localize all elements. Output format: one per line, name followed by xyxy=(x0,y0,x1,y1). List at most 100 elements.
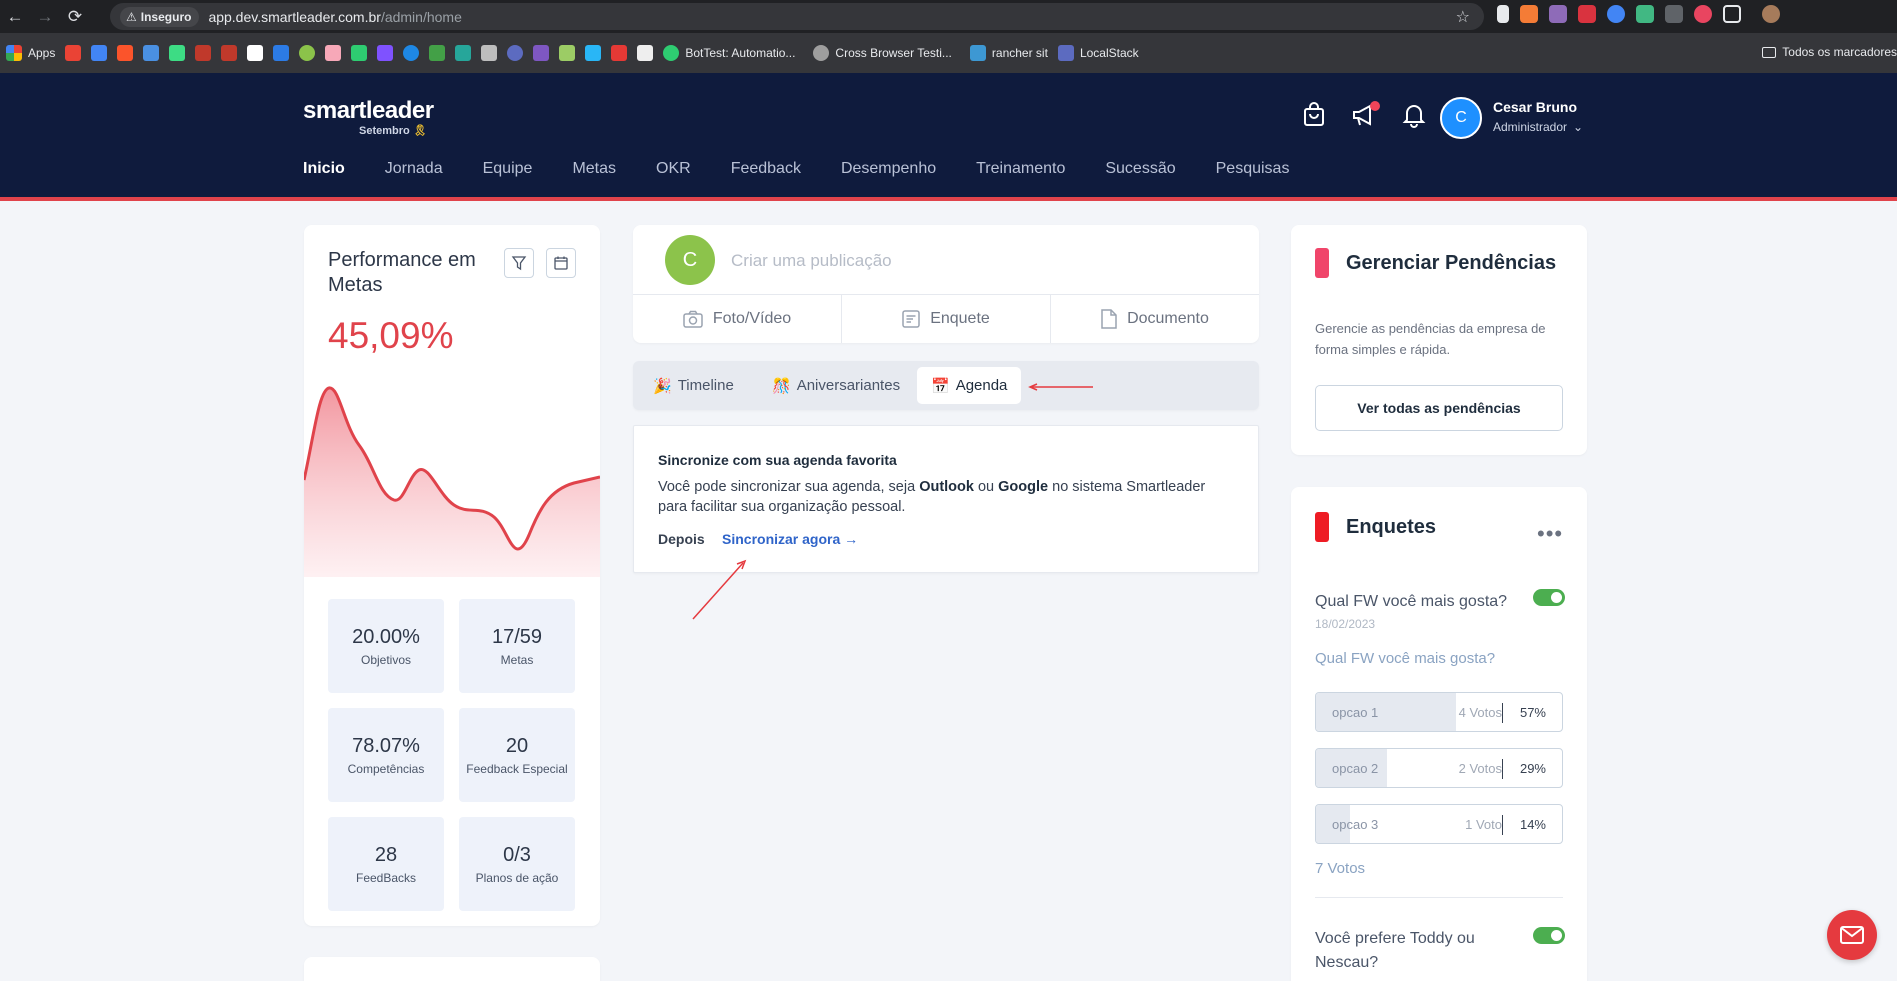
pendencias-card: Gerenciar Pendências Gerencie as pendênc… xyxy=(1291,225,1587,455)
brave-icon[interactable] xyxy=(117,45,134,61)
view-all-pendencias-button[interactable]: Ver todas as pendências xyxy=(1315,385,1563,431)
bookmark-icon[interactable] xyxy=(481,45,498,61)
extension-icon[interactable] xyxy=(1520,5,1538,23)
nav-inicio[interactable]: Inicio xyxy=(303,160,345,178)
poll-button[interactable]: Enquete xyxy=(842,295,1051,343)
kotlin-icon[interactable] xyxy=(377,45,394,61)
poll-subtitle: Qual FW você mais gosta? xyxy=(1315,650,1496,667)
megaphone-icon[interactable] xyxy=(1350,101,1380,129)
extension-icon[interactable] xyxy=(1665,5,1683,23)
nav-treinamento[interactable]: Treinamento xyxy=(976,160,1065,178)
stat-feedback-especial[interactable]: 20 Feedback Especial xyxy=(459,708,575,802)
bookmark-icon[interactable] xyxy=(273,45,290,61)
bookmarks-bar: Apps BotTest: Automatio... Cross Browser… xyxy=(0,33,1897,73)
tab-timeline[interactable]: 🎉 Timeline xyxy=(639,367,748,404)
poll-option[interactable]: opcao 2 2 Votos 29% xyxy=(1315,748,1563,788)
forward-icon[interactable]: → xyxy=(30,2,60,32)
bookmark-icon[interactable] xyxy=(585,45,602,61)
nav-jornada[interactable]: Jornada xyxy=(385,160,443,178)
contact-fab[interactable] xyxy=(1827,910,1877,960)
performance-sparkline xyxy=(304,386,600,577)
bookmark-icon[interactable] xyxy=(195,45,212,61)
bell-icon[interactable] xyxy=(1400,101,1428,129)
poll-toggle[interactable] xyxy=(1533,589,1565,606)
extension-icon[interactable] xyxy=(1549,5,1567,23)
stat-planos-de-acao[interactable]: 0/3 Planos de ação xyxy=(459,817,575,911)
nav-equipe[interactable]: Equipe xyxy=(483,160,533,178)
filter-button[interactable] xyxy=(504,248,534,278)
stack-icon[interactable] xyxy=(247,45,264,61)
user-avatar[interactable]: C xyxy=(1440,97,1482,139)
user-menu[interactable]: Administrador ⌄ xyxy=(1493,120,1583,134)
bookmark-icon[interactable] xyxy=(299,45,316,61)
smartleader-logo[interactable]: smartleader Setembro 🎗 xyxy=(303,97,434,137)
create-post-input[interactable]: Criar uma publicação xyxy=(731,251,892,271)
stat-competencias[interactable]: 78.07% Competências xyxy=(328,708,444,802)
calendar-button[interactable] xyxy=(546,248,576,278)
nav-desempenho[interactable]: Desempenho xyxy=(841,160,936,178)
back-icon[interactable]: ← xyxy=(0,2,30,32)
profile-avatar-icon[interactable] xyxy=(1762,5,1780,23)
nyt-icon[interactable] xyxy=(637,45,654,61)
filter-icon xyxy=(511,256,527,271)
gmail-icon[interactable] xyxy=(65,45,82,61)
bookmark-icon[interactable] xyxy=(221,45,238,61)
photo-video-button[interactable]: Foto/Vídeo xyxy=(633,295,842,343)
address-bar[interactable]: ⚠ Inseguro app.dev.smartleader.com.br/ad… xyxy=(110,3,1484,30)
tab-aniversariantes[interactable]: 🎊 Aniversariantes xyxy=(758,367,914,404)
extension-icon[interactable] xyxy=(1607,5,1625,23)
bookmark-icon[interactable] xyxy=(611,45,628,61)
enquetes-accent xyxy=(1315,512,1329,542)
calendar-icon[interactable] xyxy=(91,45,108,61)
bookmark-icon[interactable] xyxy=(403,45,420,61)
bookmark-bottest[interactable]: BotTest: Automatio... xyxy=(663,45,795,61)
poll-toggle[interactable] xyxy=(1533,927,1565,944)
bookmark-icon[interactable] xyxy=(325,45,342,61)
nav-okr[interactable]: OKR xyxy=(656,160,691,178)
bookmark-icon[interactable] xyxy=(507,45,524,61)
party-popper-icon: 🎉 xyxy=(653,377,672,395)
all-bookmarks-folder[interactable]: Todos os marcadores xyxy=(1762,45,1897,59)
poll-option[interactable]: opcao 1 4 Votos 57% xyxy=(1315,692,1563,732)
extension-icon[interactable] xyxy=(1497,5,1509,23)
shopping-bag-icon[interactable] xyxy=(1300,101,1328,129)
document-icon xyxy=(1101,309,1117,329)
bookmark-icon[interactable] xyxy=(143,45,160,61)
bookmark-icon[interactable] xyxy=(455,45,472,61)
bookmark-icon[interactable] xyxy=(429,45,446,61)
insecure-badge[interactable]: ⚠ Inseguro xyxy=(120,6,200,27)
stat-metas[interactable]: 17/59 Metas xyxy=(459,599,575,693)
bookmark-rancher[interactable]: rancher sit xyxy=(969,45,1048,61)
app-header: smartleader Setembro 🎗 C Cesar Bruno Adm… xyxy=(0,73,1897,201)
later-button[interactable]: Depois xyxy=(658,531,705,547)
puzzle-icon[interactable] xyxy=(1723,5,1741,23)
bookmark-crossbrowser[interactable]: Cross Browser Testi... xyxy=(813,45,952,61)
bookmark-star-icon[interactable]: ☆ xyxy=(1456,7,1470,27)
tab-agenda[interactable]: 📅 Agenda xyxy=(917,367,1022,404)
stat-feedbacks[interactable]: 28 FeedBacks xyxy=(328,817,444,911)
android-icon[interactable] xyxy=(169,45,186,61)
bookmark-icon[interactable] xyxy=(351,45,368,61)
nav-feedback[interactable]: Feedback xyxy=(731,160,801,178)
reload-icon[interactable]: ⟳ xyxy=(60,2,90,32)
more-options-icon[interactable]: ••• xyxy=(1537,521,1563,547)
bookmark-apps[interactable]: Apps xyxy=(6,45,55,61)
pendencias-accent xyxy=(1315,248,1329,278)
user-name[interactable]: Cesar Bruno xyxy=(1493,99,1577,115)
main-nav: Inicio Jornada Equipe Metas OKR Feedback… xyxy=(303,160,1289,178)
feed-tabs: 🎉 Timeline 🎊 Aniversariantes 📅 Agenda xyxy=(633,361,1259,410)
bookmark-localstack[interactable]: LocalStack xyxy=(1057,45,1139,61)
nav-pesquisas[interactable]: Pesquisas xyxy=(1216,160,1290,178)
extension-icon[interactable] xyxy=(1578,5,1596,23)
sync-now-button[interactable]: Sincronizar agora → xyxy=(722,531,858,547)
url-text[interactable]: app.dev.smartleader.com.br/admin/home xyxy=(208,9,461,25)
nav-metas[interactable]: Metas xyxy=(572,160,616,178)
nav-sucessao[interactable]: Sucessão xyxy=(1105,160,1175,178)
poll-option[interactable]: opcao 3 1 Voto 14% xyxy=(1315,804,1563,844)
extension-icon[interactable] xyxy=(1694,5,1712,23)
check-icon[interactable] xyxy=(559,45,576,61)
document-button[interactable]: Documento xyxy=(1051,295,1259,343)
stat-objetivos[interactable]: 20.00% Objetivos xyxy=(328,599,444,693)
extension-icon[interactable] xyxy=(1636,5,1654,23)
rocket-icon[interactable] xyxy=(533,45,550,61)
